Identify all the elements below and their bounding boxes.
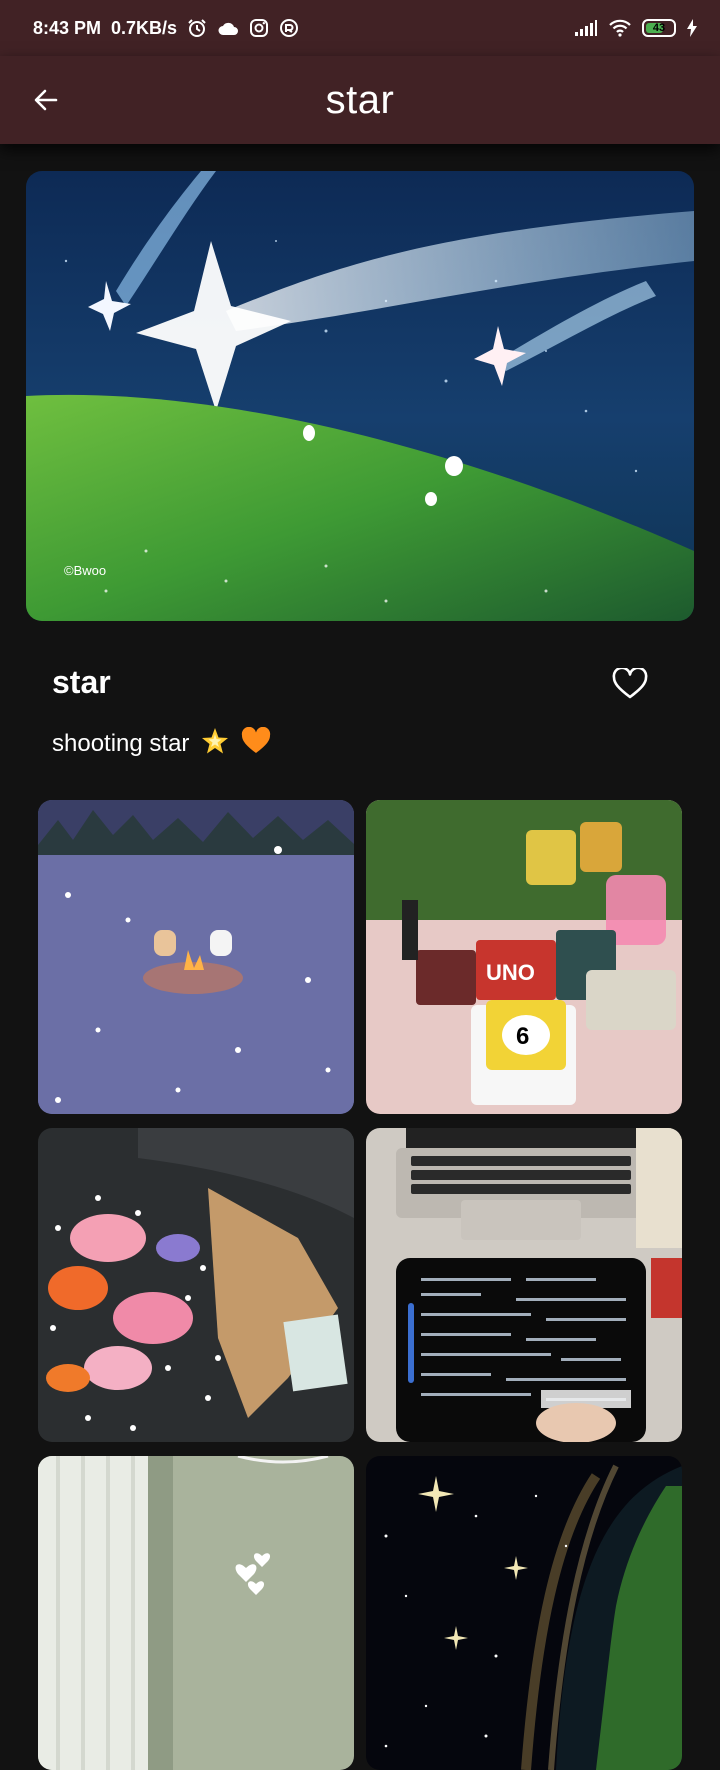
- hero-watermark: ©Bwoo: [64, 563, 106, 578]
- grid-item-snowy-campfire[interactable]: [38, 800, 354, 1114]
- svg-text:UNO: UNO: [486, 960, 535, 985]
- post-description-text: shooting star: [52, 729, 190, 757]
- network-speed: 0.7KB/s: [111, 17, 178, 38]
- status-time: 8:43 PM: [33, 17, 102, 38]
- battery-level: 43: [652, 22, 666, 34]
- grid-item-picnic-games[interactable]: UNO 6: [366, 800, 682, 1114]
- signal-icon: [574, 19, 598, 37]
- page-title: star: [325, 77, 395, 122]
- app-notification-icon: [279, 18, 299, 38]
- wifi-icon: [608, 19, 632, 37]
- like-button[interactable]: [608, 664, 652, 704]
- grid-item-laptop-tablet[interactable]: [366, 1128, 682, 1442]
- status-bar: 8:43 PM 0.7KB/s 43: [0, 0, 720, 56]
- charging-icon: [686, 19, 698, 37]
- instagram-icon: [249, 18, 269, 38]
- grid-item-curtain-hearts[interactable]: [38, 1456, 354, 1770]
- post-title: star: [52, 664, 111, 700]
- app-bar: star: [0, 56, 720, 144]
- orange-heart-emoji: [241, 726, 271, 762]
- heart-outline-icon: [612, 668, 648, 699]
- grid-item-starry-sky[interactable]: [366, 1456, 682, 1770]
- battery-icon: 43: [642, 19, 676, 37]
- hero-image[interactable]: ©Bwoo: [26, 171, 694, 621]
- grid-item-flower-bouquet[interactable]: [38, 1128, 354, 1442]
- alarm-icon: [187, 18, 207, 38]
- glowing-star-emoji: [200, 726, 230, 763]
- post-description: shooting star: [52, 726, 271, 763]
- cloud-icon: [217, 20, 239, 36]
- svg-text:6: 6: [516, 1023, 529, 1050]
